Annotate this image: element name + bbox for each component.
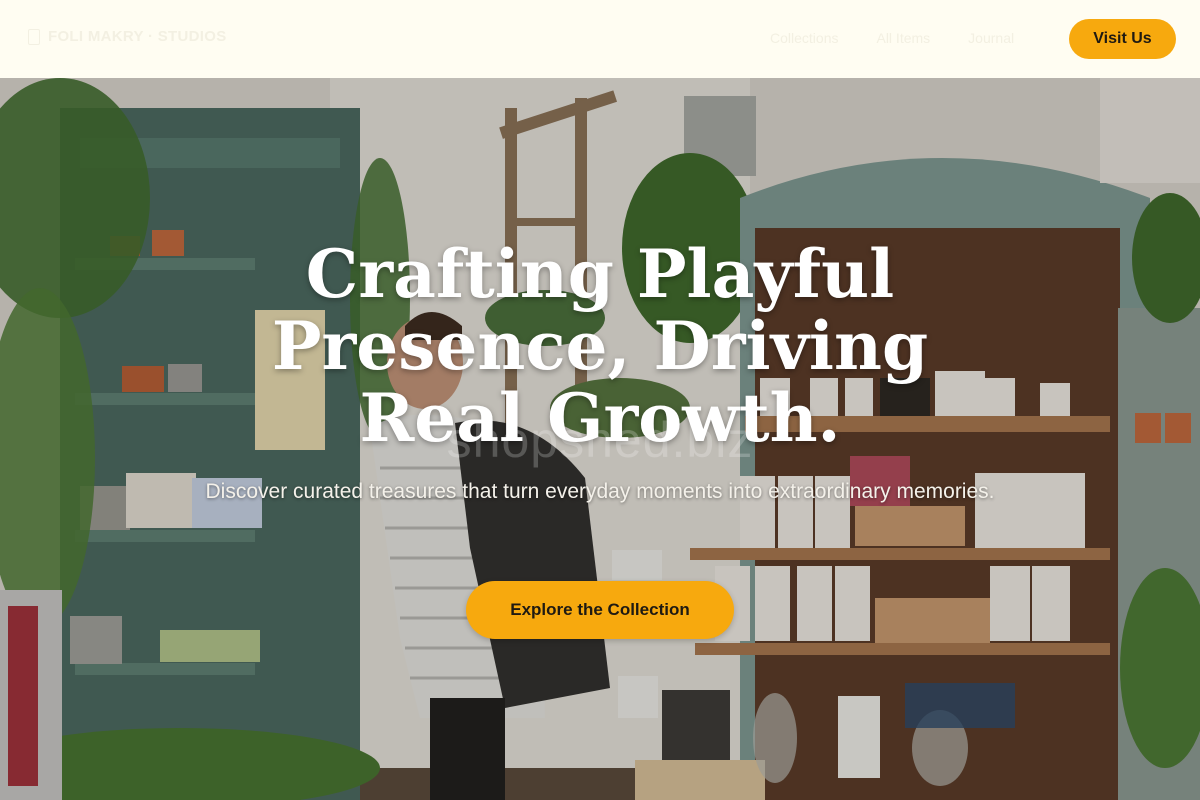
nav-item-collections[interactable]: Collections <box>770 30 838 46</box>
watermark-text: shopshed.biz <box>446 412 754 468</box>
hero-section: Crafting Playful Presence, Driving Real … <box>0 78 1200 800</box>
explore-collection-button[interactable]: Explore the Collection <box>466 581 734 639</box>
main-nav: Collections All Items Journal <box>770 30 1014 46</box>
logo-mark-icon <box>28 28 40 45</box>
site-logo[interactable]: FOLI MAKRY · STUDIOS <box>28 28 227 45</box>
logo-text: FOLI MAKRY · STUDIOS <box>48 28 227 45</box>
nav-item-all-items[interactable]: All Items <box>876 30 930 46</box>
hero-subtitle: Discover curated treasures that turn eve… <box>205 480 995 503</box>
visit-us-button[interactable]: Visit Us <box>1069 19 1176 59</box>
nav-item-journal[interactable]: Journal <box>968 30 1014 46</box>
site-header: FOLI MAKRY · STUDIOS Collections All Ite… <box>0 0 1200 78</box>
